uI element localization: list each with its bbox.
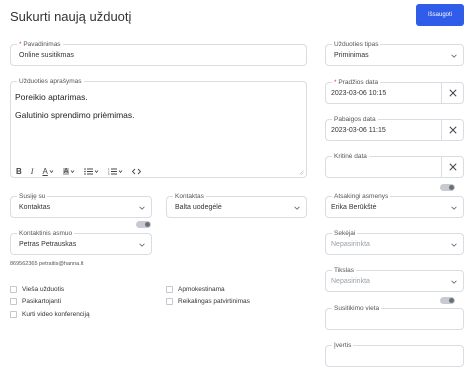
needs-confirmation-label: Reikalingas patvirtinimas <box>178 298 250 305</box>
related-to-select[interactable]: Susiję su Kontaktas <box>10 192 152 218</box>
clear-start-date-icon[interactable] <box>441 83 463 103</box>
checkbox-needs-confirmation[interactable]: Reikalingas patvirtinimas <box>166 298 250 305</box>
svg-text:3: 3 <box>108 173 110 175</box>
goal-select[interactable]: Tikslas Nepasirinkta <box>325 266 464 292</box>
public-task-checkbox[interactable] <box>10 286 17 293</box>
video-conference-label: Kurti video konferenciją <box>22 311 90 318</box>
resize-grip-icon[interactable] <box>299 170 304 175</box>
description-label: Užduoties aprašymas <box>17 77 84 86</box>
contact-value: Balta uodegėlė <box>175 204 222 211</box>
video-conference-checkbox[interactable] <box>10 311 17 318</box>
meeting-place-label: Susitikimo vieta <box>332 304 382 313</box>
end-date-value: 2023-03-06 11:15 <box>331 127 386 134</box>
end-date-label: Pabaigos data <box>332 115 378 124</box>
repeating-label: Pasikartojanti <box>22 298 62 305</box>
meeting-place-toggle[interactable] <box>440 297 455 304</box>
goal-label: Tikslas <box>332 266 356 275</box>
editor-toolbar: B I A A 123 <box>16 166 142 176</box>
task-name-field[interactable]: * Pavadinimas Online susitikmas <box>10 40 307 66</box>
related-to-value: Kontaktas <box>19 204 51 211</box>
rating-label: Įvertis <box>332 341 354 350</box>
contact-person-label: Kontaktinis asmuo <box>17 229 75 238</box>
chevron-down-icon <box>294 205 300 211</box>
text-color-icon[interactable]: A <box>42 167 54 176</box>
code-icon[interactable] <box>132 168 142 175</box>
repeating-checkbox[interactable] <box>10 298 17 305</box>
end-date-field[interactable]: Pabaigos data 2023-03-06 11:15 <box>325 115 464 141</box>
task-name-value: Online susitikmas <box>19 52 74 59</box>
public-task-label: Vieša užduotis <box>22 286 65 293</box>
checkbox-repeating[interactable]: Pasikartojanti <box>10 298 61 305</box>
chevron-down-icon <box>451 279 457 285</box>
numbered-list-icon[interactable]: 123 <box>108 168 123 175</box>
contact-select[interactable]: Kontaktas Balta uodegėlė <box>166 192 307 218</box>
description-line-2: Galutinio sprendimo priėmimas. <box>15 110 135 120</box>
goal-placeholder: Nepasirinkta <box>331 278 370 285</box>
meeting-place-field[interactable]: Susitikimo vieta <box>325 304 464 330</box>
start-date-field[interactable]: * Pradžios data 2023-03-06 10:15 <box>325 78 464 104</box>
clear-critical-date-icon[interactable] <box>441 157 463 177</box>
contact-info: 869562365 petraitis@hanna.lt <box>10 261 84 267</box>
contact-person-select[interactable]: Kontaktinis asmuo Petras Petrauskas <box>10 229 152 255</box>
responsible-label: Atsakingi asmenys <box>332 192 391 201</box>
needs-confirmation-checkbox[interactable] <box>166 298 173 305</box>
chevron-down-icon <box>451 205 457 211</box>
billable-checkbox[interactable] <box>166 286 173 293</box>
checkbox-public-task[interactable]: Vieša užduotis <box>10 286 64 293</box>
rating-field[interactable]: Įvertis <box>325 341 464 367</box>
description-line-1: Poreikio aptarimas. <box>15 92 88 102</box>
page-title: Sukurti naują užduotį <box>10 9 132 24</box>
start-date-value: 2023-03-06 10:15 <box>331 90 387 97</box>
highlight-color-icon[interactable]: A <box>62 167 76 175</box>
followers-placeholder: Nepasirinkta <box>331 241 370 248</box>
clear-end-date-icon[interactable] <box>441 120 463 140</box>
bullet-list-icon[interactable] <box>84 167 99 175</box>
contact-person-toggle[interactable] <box>136 221 151 228</box>
chevron-down-icon <box>451 53 457 59</box>
responsible-toggle[interactable] <box>440 184 455 191</box>
task-type-value: Priminimas <box>334 52 369 59</box>
chevron-down-icon <box>139 242 145 248</box>
bold-icon[interactable]: B <box>16 167 22 176</box>
task-type-label: Užduoties tipas <box>332 40 381 49</box>
task-type-select[interactable]: Užduoties tipas Priminimas <box>325 40 464 66</box>
critical-date-label: Kritinė data <box>332 152 369 161</box>
critical-date-field[interactable]: Kritinė data <box>325 152 464 178</box>
followers-label: Sekėjai <box>332 229 358 238</box>
chevron-down-icon <box>451 242 457 248</box>
related-to-label: Susiję su <box>17 192 48 201</box>
italic-icon[interactable]: I <box>31 167 34 176</box>
start-date-label: * Pradžios data <box>332 78 381 87</box>
description-editor[interactable]: Užduoties aprašymas Poreikio aptarimas. … <box>10 77 307 178</box>
contact-person-value: Petras Petrauskas <box>19 241 77 248</box>
task-name-label: * Pavadinimas <box>17 40 63 49</box>
responsible-value: Erika Berūkštė <box>331 204 377 211</box>
responsible-select[interactable]: Atsakingi asmenys Erika Berūkštė <box>325 192 464 218</box>
contact-label: Kontaktas <box>173 192 206 201</box>
billable-label: Apmokestinama <box>178 286 225 293</box>
checkbox-billable[interactable]: Apmokestinama <box>166 286 225 293</box>
chevron-down-icon <box>139 205 145 211</box>
checkbox-video-conference[interactable]: Kurti video konferenciją <box>10 311 90 318</box>
save-button[interactable]: Išsaugoti <box>416 4 464 26</box>
followers-select[interactable]: Sekėjai Nepasirinkta <box>325 229 464 255</box>
